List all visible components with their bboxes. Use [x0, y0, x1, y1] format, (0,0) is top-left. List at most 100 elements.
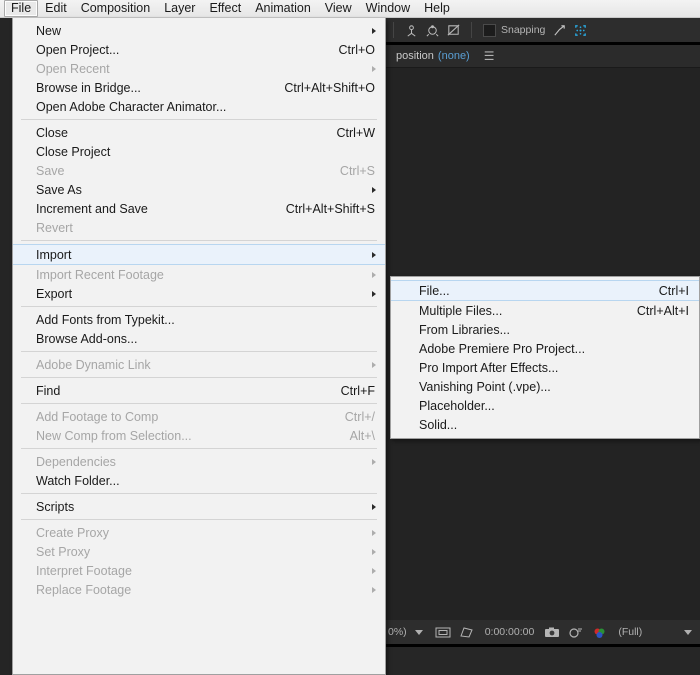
menu-item-save-as[interactable]: Save As — [13, 180, 385, 199]
menu-item-shortcut: Ctrl+Alt+Shift+O — [284, 81, 375, 95]
menu-item-label: New — [36, 24, 375, 38]
menu-item-placeholder[interactable]: Placeholder... — [391, 396, 699, 415]
menu-item-export[interactable]: Export — [13, 284, 385, 303]
menubar-item-composition[interactable]: Composition — [74, 0, 157, 17]
menu-item-solid[interactable]: Solid... — [391, 415, 699, 434]
file-menu-list: New Open Project...Ctrl+O Open Recent Brows… — [13, 18, 385, 599]
menu-item-label: Open Recent — [36, 62, 375, 76]
mask-shape-icon[interactable] — [458, 623, 476, 641]
menu-item-label: Increment and Save — [36, 202, 266, 216]
menu-item-file[interactable]: File...Ctrl+I — [391, 280, 699, 301]
menu-item-label: Close Project — [36, 145, 375, 159]
menu-item-dependencies: Dependencies — [13, 452, 385, 471]
title-action-safe-icon[interactable] — [434, 623, 452, 641]
menubar-item-help[interactable]: Help — [417, 0, 457, 17]
menu-item-adobe-premiere-pro-project[interactable]: Adobe Premiere Pro Project... — [391, 339, 699, 358]
menu-item-label: Add Footage to Comp — [36, 410, 325, 424]
submenu-arrow-icon — [372, 272, 376, 278]
channel-icon[interactable] — [591, 623, 609, 641]
menu-item-browse-in-bridge[interactable]: Browse in Bridge... Ctrl+Alt+Shift+O — [13, 78, 385, 97]
submenu-arrow-icon — [372, 66, 376, 72]
menu-item-label: Dependencies — [36, 455, 375, 469]
menu-item-import-recent-footage: Import Recent Footage — [13, 265, 385, 284]
menu-item-shortcut: Alt+\ — [350, 429, 375, 443]
menu-item-open-adobe-character-animator[interactable]: Open Adobe Character Animator... — [13, 97, 385, 116]
menu-item-label: Interpret Footage — [36, 564, 375, 578]
submenu-arrow-icon — [372, 459, 376, 465]
menubar-item-file[interactable]: File — [4, 0, 38, 17]
timecode-value[interactable]: 0:00:00:00 — [485, 626, 535, 638]
menu-separator — [21, 448, 377, 449]
submenu-arrow-icon — [372, 291, 376, 297]
menu-item-label: Pro Import After Effects... — [419, 361, 689, 375]
roto-brush-icon[interactable] — [444, 21, 463, 40]
region-of-interest-icon[interactable] — [571, 21, 590, 40]
menu-item-label: Add Fonts from Typekit... — [36, 313, 375, 327]
menu-item-shortcut: Ctrl+W — [336, 126, 375, 140]
panel-menu-icon[interactable]: ☰ — [484, 50, 495, 62]
application-menu-bar: FileEditCompositionLayerEffectAnimationV… — [0, 0, 700, 18]
menu-item-open-project[interactable]: Open Project...Ctrl+O — [13, 40, 385, 59]
menu-item-multiple-files[interactable]: Multiple Files...Ctrl+Alt+I — [391, 301, 699, 320]
menu-item-scripts[interactable]: Scripts — [13, 497, 385, 516]
submenu-arrow-icon — [372, 568, 376, 574]
menu-separator — [21, 119, 377, 120]
toolbar-divider-1 — [393, 22, 394, 38]
snapshot-icon[interactable] — [543, 623, 561, 641]
menu-item-from-libraries[interactable]: From Libraries... — [391, 320, 699, 339]
unified-camera-icon[interactable] — [402, 21, 421, 40]
menu-item-close[interactable]: CloseCtrl+W — [13, 123, 385, 142]
menubar-item-edit[interactable]: Edit — [38, 0, 74, 17]
show-snapshot-icon[interactable] — [567, 623, 585, 641]
menu-item-label: Browse Add-ons... — [36, 332, 375, 346]
menubar-item-window[interactable]: Window — [359, 0, 417, 17]
menu-item-pro-import-after-effects[interactable]: Pro Import After Effects... — [391, 358, 699, 377]
zoom-dropdown-icon[interactable] — [410, 623, 428, 641]
snap-align-icon[interactable] — [550, 21, 569, 40]
menu-item-revert: Revert — [13, 218, 385, 237]
import-submenu: File...Ctrl+IMultiple Files...Ctrl+Alt+I… — [390, 276, 700, 439]
menubar-item-animation[interactable]: Animation — [248, 0, 318, 17]
submenu-arrow-icon — [372, 187, 376, 193]
menubar-item-effect[interactable]: Effect — [202, 0, 248, 17]
menu-item-label: Browse in Bridge... — [36, 81, 264, 95]
menubar-item-layer[interactable]: Layer — [157, 0, 202, 17]
menu-separator — [21, 519, 377, 520]
menu-item-vanishing-point-vpe[interactable]: Vanishing Point (.vpe)... — [391, 377, 699, 396]
menu-item-adobe-dynamic-link: Adobe Dynamic Link — [13, 355, 385, 374]
composition-tab-value: (none) — [438, 50, 470, 62]
menu-item-shortcut: Ctrl+S — [340, 164, 375, 178]
menu-item-label: From Libraries... — [419, 323, 689, 337]
menu-item-new[interactable]: New — [13, 21, 385, 40]
menu-item-label: Adobe Premiere Pro Project... — [419, 342, 689, 356]
resolution-value[interactable]: (Full) — [618, 626, 642, 638]
menu-item-close-project[interactable]: Close Project — [13, 142, 385, 161]
menubar-item-view[interactable]: View — [318, 0, 359, 17]
menu-item-browse-add-ons[interactable]: Browse Add-ons... — [13, 329, 385, 348]
menu-item-label: Revert — [36, 221, 375, 235]
menu-item-watch-folder[interactable]: Watch Folder... — [13, 471, 385, 490]
snapping-label: Snapping — [501, 24, 545, 36]
submenu-arrow-icon — [372, 549, 376, 555]
menu-item-label: Import — [36, 248, 375, 262]
menu-item-label: Watch Folder... — [36, 474, 375, 488]
menu-item-label: Set Proxy — [36, 545, 375, 559]
menu-item-label: Adobe Dynamic Link — [36, 358, 375, 372]
menu-item-shortcut: Ctrl+I — [659, 284, 689, 298]
orbit-camera-icon[interactable] — [423, 21, 442, 40]
menu-item-open-recent: Open Recent — [13, 59, 385, 78]
menu-item-find[interactable]: FindCtrl+F — [13, 381, 385, 400]
menu-item-add-footage-to-comp: Add Footage to CompCtrl+/ — [13, 407, 385, 426]
snapping-checkbox[interactable] — [483, 24, 496, 37]
menu-item-import[interactable]: Import — [13, 244, 385, 265]
composition-panel-tab[interactable]: position (none) ☰ — [386, 45, 700, 67]
menu-separator — [21, 403, 377, 404]
menu-item-add-fonts-from-typekit[interactable]: Add Fonts from Typekit... — [13, 310, 385, 329]
menu-item-label: Scripts — [36, 500, 375, 514]
submenu-arrow-icon — [372, 530, 376, 536]
menu-item-label: Solid... — [419, 418, 689, 432]
menu-item-increment-and-save[interactable]: Increment and SaveCtrl+Alt+Shift+S — [13, 199, 385, 218]
menu-item-label: Open Adobe Character Animator... — [36, 100, 375, 114]
menu-item-label: Save — [36, 164, 320, 178]
resolution-dropdown-icon[interactable] — [679, 623, 697, 641]
